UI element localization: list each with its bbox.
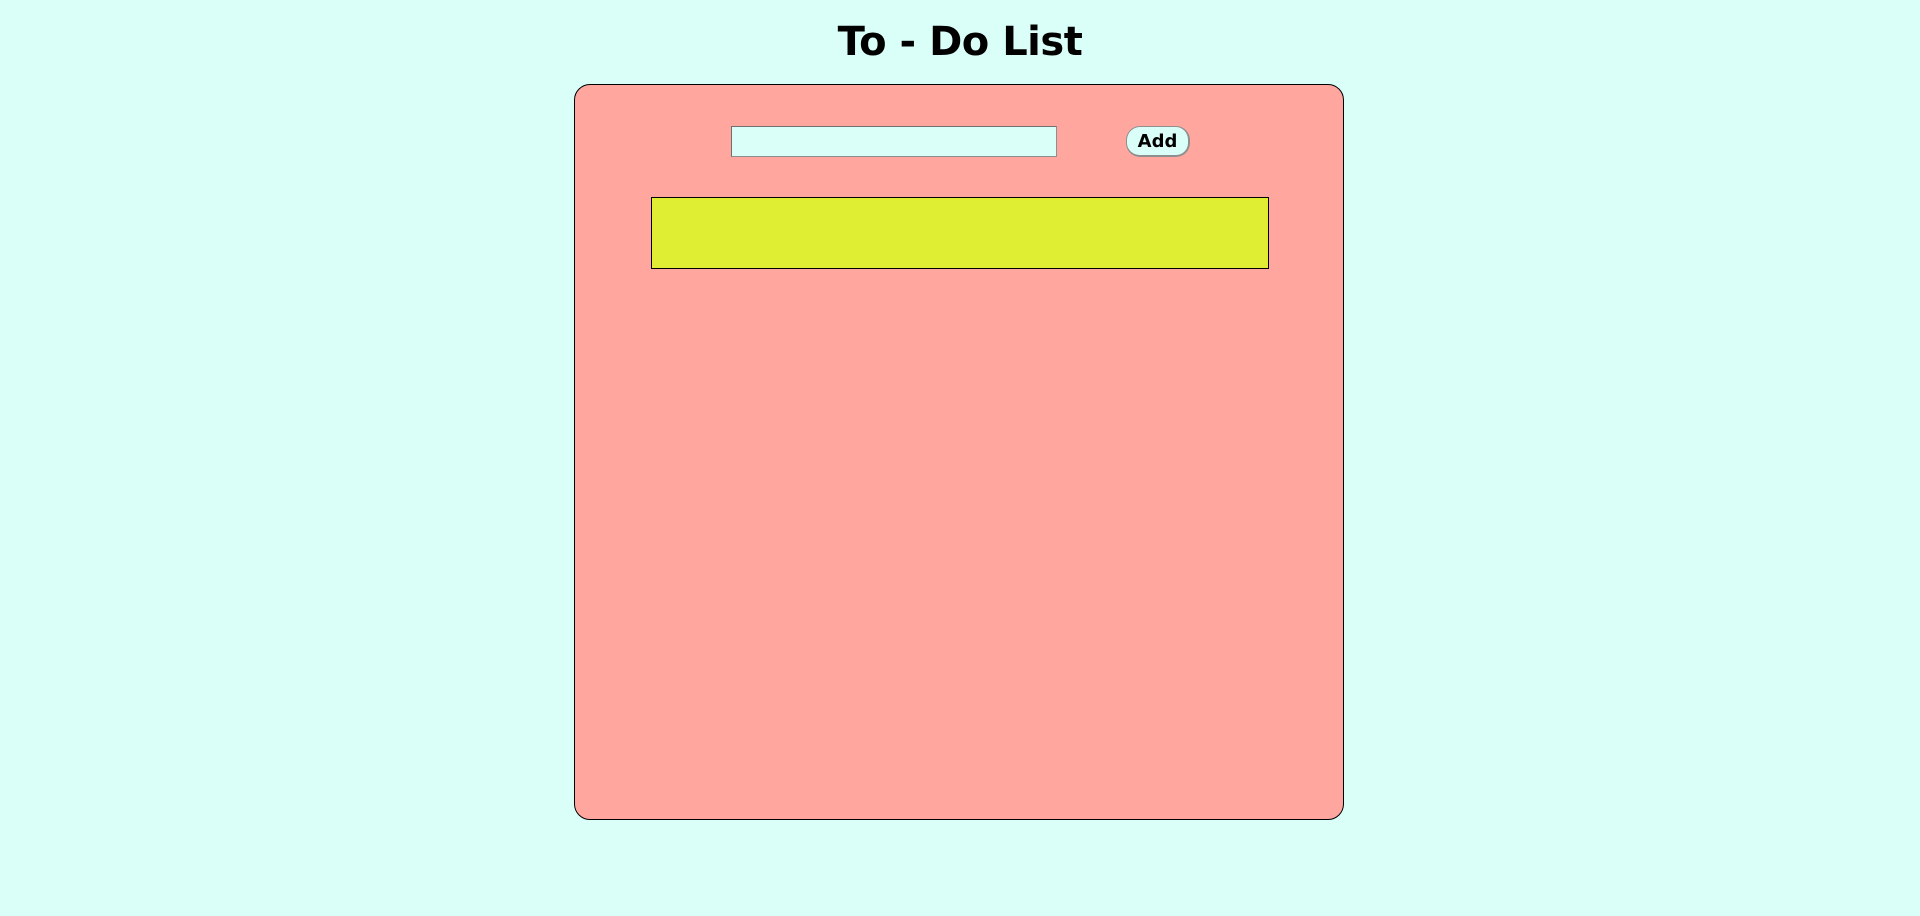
task-list xyxy=(651,197,1269,269)
task-input[interactable] xyxy=(731,126,1057,157)
add-button[interactable]: Add xyxy=(1126,126,1190,157)
page-title: To - Do List xyxy=(837,19,1083,65)
todo-card: Add xyxy=(574,84,1344,820)
